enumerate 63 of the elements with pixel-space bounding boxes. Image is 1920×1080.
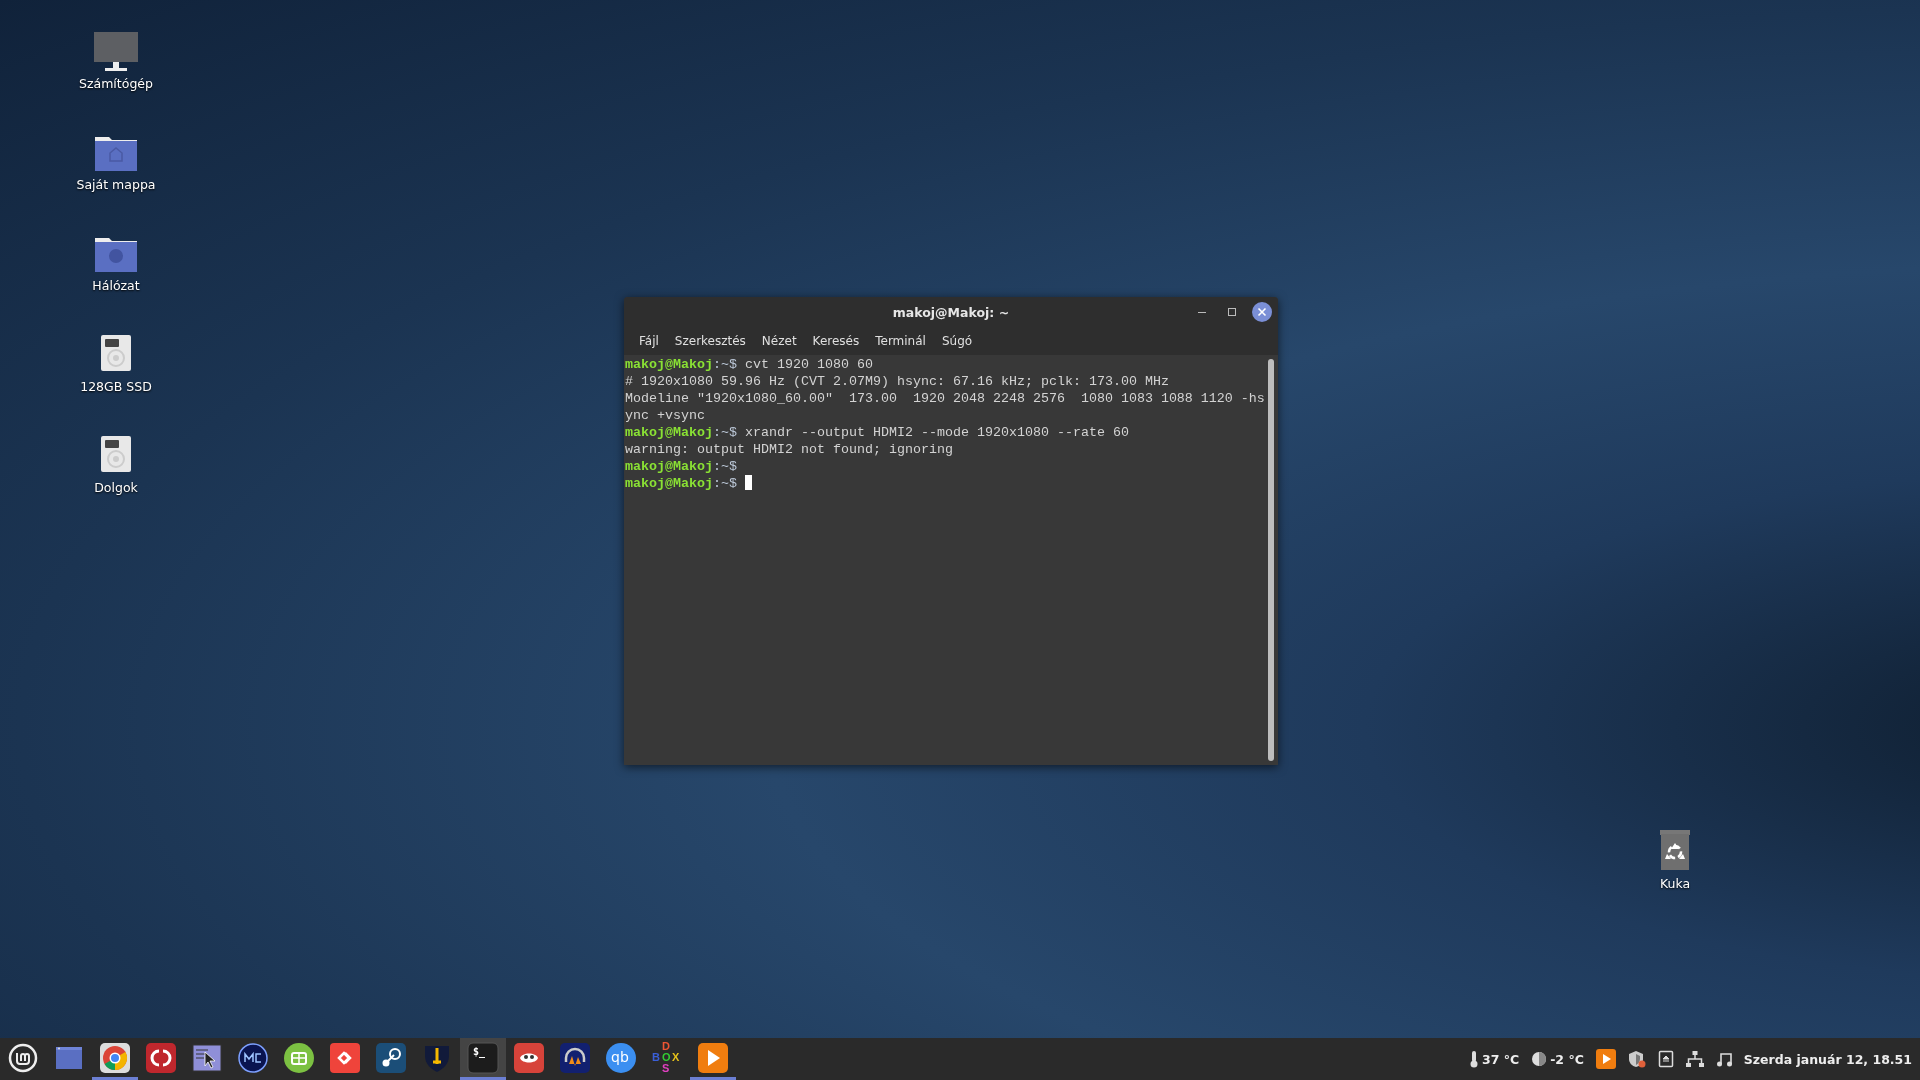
prompt-path: :~$ (713, 476, 738, 491)
taskbar-app-button[interactable]: $_ (460, 1038, 506, 1080)
icon-label: Saját mappa (76, 177, 156, 192)
desktop-icon[interactable]: Számítógép (64, 28, 168, 91)
prompt-user: makoj@Makoj (625, 357, 713, 372)
music-note-icon (1715, 1051, 1732, 1067)
command-text: cvt 1920 1080 60 (745, 357, 873, 372)
prompt-path: :~$ (713, 459, 737, 474)
mint-logo-icon (8, 1042, 38, 1073)
terminal-icon (467, 1041, 499, 1074)
prompt-path: :~$ (713, 425, 738, 440)
shield-icon (1627, 1050, 1646, 1068)
icon-glyph: $_ (473, 1045, 486, 1057)
menu-item[interactable]: Nézet (754, 331, 804, 351)
mc-circle-icon (237, 1041, 269, 1074)
clock[interactable]: Szerda január 12, 18.51 (1743, 1051, 1912, 1067)
icon-label: 128GB SSD (80, 379, 152, 394)
prompt-user: makoj@Makoj (625, 425, 713, 440)
gimp-icon (513, 1041, 545, 1074)
play-icon (1595, 1049, 1616, 1069)
desktop-icon[interactable]: 128GB SSD (64, 331, 168, 394)
icon-label: Kuka (1659, 876, 1691, 891)
prompt-user: makoj@Makoj (625, 459, 713, 474)
remote-desktop-icon (329, 1041, 361, 1074)
icon-label: Számítógép (79, 76, 153, 91)
play-icon (697, 1041, 729, 1074)
minimize-icon (1198, 311, 1206, 313)
icon-label: Dolgok (94, 480, 138, 495)
menu-item[interactable]: Szerkesztés (667, 331, 753, 351)
menu-item[interactable]: Fájl (632, 331, 666, 351)
close-icon (1257, 307, 1267, 317)
command-text: xrandr --output HDMI2 --mode 1920x1080 --rate 60 (745, 425, 1129, 440)
cloud-drive-icon (283, 1041, 315, 1074)
prompt-user: makoj@Makoj (625, 476, 713, 491)
menu-item[interactable]: Keresés (805, 331, 867, 351)
output-text: # 1920x1080 59.96 Hz (CVT 2.07M9) hsync: 67.16 kHz; pclk: 173.00 MHz (625, 374, 1169, 389)
headphones-icon (559, 1041, 591, 1074)
thermometer-icon (1469, 1050, 1479, 1068)
menu-item[interactable]: Terminál (868, 331, 933, 351)
tray-reading: 37 °C (1482, 1051, 1520, 1067)
maximize-icon (1227, 307, 1237, 317)
moon-icon (1531, 1051, 1548, 1067)
desktop-icon[interactable]: Kuka (1623, 828, 1727, 891)
icon-label: Hálózat (92, 278, 140, 293)
desktop-icon[interactable]: Dolgok (64, 432, 168, 495)
browser-icon (99, 1041, 131, 1074)
window-title: makoj@Makoj: ~ (892, 304, 1010, 320)
qbit-circle-icon (605, 1041, 637, 1074)
eject-icon (1657, 1050, 1674, 1068)
close-button[interactable] (1252, 302, 1272, 322)
menu-item[interactable]: Súgó (934, 331, 980, 351)
desktop-icon[interactable]: Saját mappa (64, 129, 168, 192)
network-icon (1685, 1051, 1704, 1067)
prompt-path: :~$ (713, 357, 738, 372)
steam-icon (375, 1041, 407, 1074)
dosbox-letters: D B OX S (651, 1040, 681, 1075)
tray-reading: -2 °C (1550, 1051, 1584, 1067)
output-text: warning: output HDMI2 not found; ignoring (625, 442, 953, 457)
icon-glyph: qb (611, 1048, 629, 1065)
desktop-icon[interactable]: Hálózat (64, 230, 168, 293)
scrollbar[interactable] (1268, 359, 1274, 761)
taskbar-app-button[interactable]: D B OX S (644, 1038, 690, 1080)
double-c-icon (145, 1041, 177, 1074)
